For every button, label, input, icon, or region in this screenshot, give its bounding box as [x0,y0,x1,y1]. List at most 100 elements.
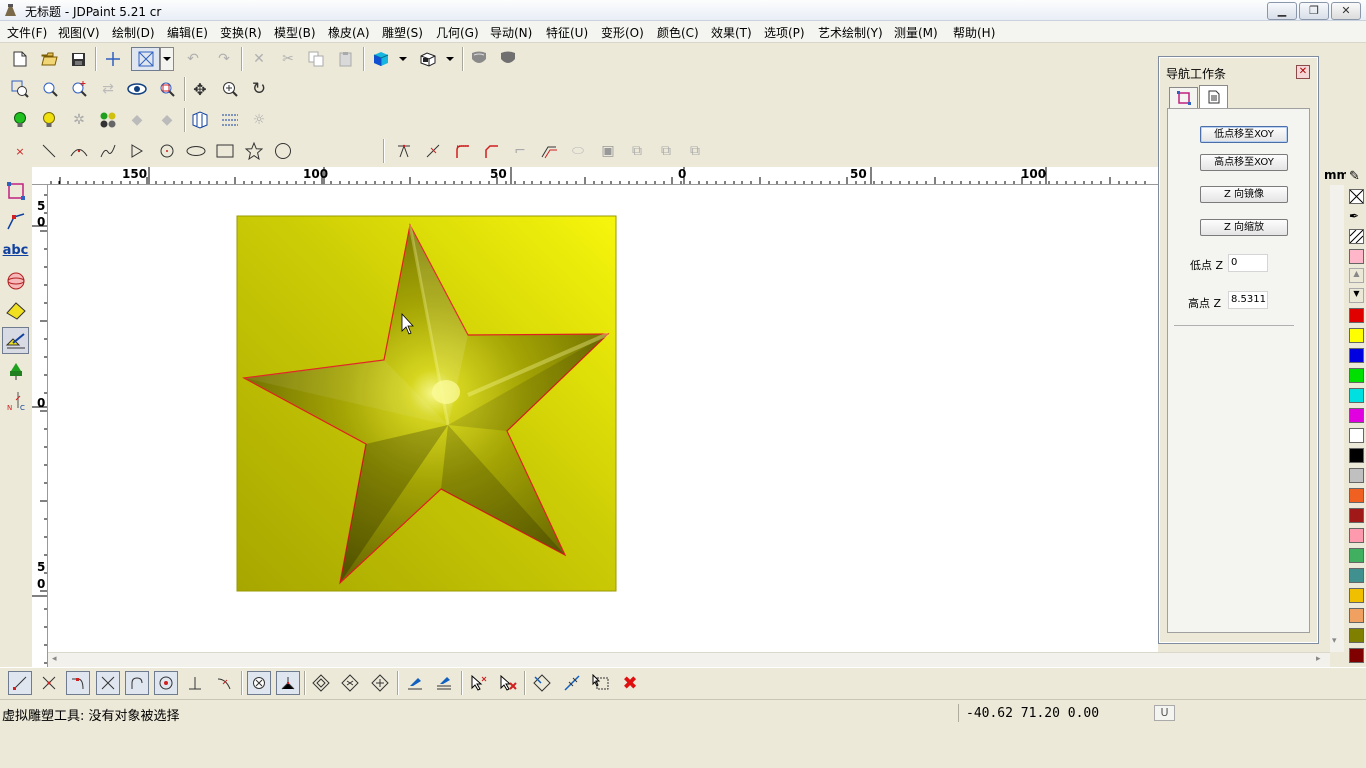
panel-close-button[interactable]: ✕ [1296,65,1310,79]
virtual-sculpt-icon[interactable] [2,327,29,354]
redo-icon[interactable]: ↷ [212,47,236,71]
trim-icon[interactable] [392,139,416,163]
color-swatch[interactable] [1349,348,1364,363]
offset-curve-icon[interactable] [537,139,561,163]
snap-angle-icon[interactable] [276,671,300,695]
rotate-view-icon[interactable]: ↻ [247,77,271,101]
color-swatch[interactable] [1349,528,1364,543]
transform-icon[interactable] [530,671,554,695]
high-z-input[interactable]: 8.5311 [1228,291,1268,309]
menu-effect[interactable]: 效果(T) [711,24,752,41]
z-scale-button[interactable]: Z 向缩放 [1200,219,1288,236]
pick-cancel-icon[interactable] [496,671,520,695]
color-swatch[interactable] [1349,448,1364,463]
select-box-icon[interactable] [131,47,160,71]
snap-midpoint-icon[interactable] [37,671,61,695]
color-swatch[interactable] [1349,408,1364,423]
zoom-window-icon[interactable] [38,77,62,101]
relief-shield-icon[interactable] [467,47,491,71]
shaded-view-icon[interactable] [369,47,393,71]
color-swatch[interactable] [1349,388,1364,403]
align-stack-icon[interactable] [432,671,456,695]
color-swatch[interactable] [1349,588,1364,603]
menu-model[interactable]: 模型(B) [274,24,316,41]
select-filter-icon[interactable] [589,671,613,695]
open-folder-icon[interactable] [37,47,61,71]
save-icon[interactable] [66,47,90,71]
menu-feature[interactable]: 特征(U) [546,24,588,41]
star-icon[interactable] [242,139,266,163]
tab-properties[interactable] [1199,85,1228,108]
light-settings-icon[interactable]: ✲ [67,108,91,132]
pan-icon[interactable]: ✥ [188,77,212,101]
fillet-icon[interactable] [450,139,474,163]
sphere-tool-icon[interactable] [2,267,29,294]
machining-icon[interactable] [2,357,29,384]
chevron-down-icon[interactable] [160,47,174,71]
palette-scroll-up-icon[interactable]: ▲ [1349,268,1364,283]
render-settings-icon[interactable]: ☼ [247,108,271,132]
minimize-button[interactable]: ▁ [1267,2,1297,20]
chevron-down-icon[interactable] [443,47,457,71]
menu-help[interactable]: 帮助(H) [953,24,995,41]
zoom-icon[interactable] [218,77,242,101]
color-swatch[interactable] [1349,488,1364,503]
ellipse-icon[interactable] [184,139,208,163]
wireframe-view-icon[interactable] [416,47,440,71]
relief-solid-icon[interactable] [496,47,520,71]
snap-diamond-icon-2[interactable] [338,671,362,695]
menu-transform[interactable]: 变换(R) [220,24,262,41]
edit-curve-icon[interactable] [2,207,29,234]
menu-draw[interactable]: 绘制(D) [112,24,155,41]
zoom-all-icon[interactable] [8,77,32,101]
yellow-light-icon[interactable] [37,108,61,132]
zoom-previous-icon[interactable]: ⇄ [96,77,120,101]
color-swatch[interactable] [1349,368,1364,383]
array-icon-2[interactable]: ⧉ [654,139,678,163]
color-swatch[interactable] [1349,628,1364,643]
snap-intersection-icon[interactable] [96,671,120,695]
select-node-icon[interactable] [2,177,29,204]
circle-center-icon[interactable] [155,139,179,163]
menu-edit[interactable]: 编辑(E) [167,24,208,41]
snap-endpoint-icon[interactable] [8,671,32,695]
menu-color[interactable]: 颜色(C) [657,24,699,41]
scroll-down-icon[interactable]: ▾ [1332,636,1337,646]
undo-icon[interactable]: ↶ [181,47,205,71]
chamfer-icon[interactable] [479,139,503,163]
multi-light-icon[interactable] [96,108,120,132]
tab-nodes[interactable] [1169,87,1198,108]
snap-diamond-icon-3[interactable] [368,671,392,695]
spline-icon[interactable] [96,139,120,163]
menu-measure[interactable]: 测量(M) [894,24,938,41]
menu-geometry[interactable]: 几何(G) [436,24,479,41]
snap-arc-icon[interactable] [125,671,149,695]
view-eye-icon[interactable] [125,77,149,101]
delete-icon[interactable]: ✕ [247,47,271,71]
copy-icon[interactable] [304,47,328,71]
cancel-red-x-icon[interactable]: ✖ [618,671,642,695]
color-swatch[interactable] [1349,468,1364,483]
menu-sculpt[interactable]: 雕塑(S) [382,24,423,41]
array-icon-3[interactable]: ⧉ [683,139,707,163]
chevron-down-icon[interactable] [396,47,410,71]
crosshair-icon[interactable] [101,47,125,71]
paste-icon[interactable] [334,47,358,71]
circle-icon[interactable] [271,139,295,163]
eyedropper-icon[interactable]: ✒ [1349,209,1359,223]
text-tool-icon[interactable]: abc [2,237,29,264]
rectangle-icon[interactable] [213,139,237,163]
close-button[interactable]: ✕ [1331,2,1361,20]
snap-diamond-icon-1[interactable] [309,671,333,695]
menu-art-draw[interactable]: 艺术绘制(Y) [818,24,883,41]
snap-grid-icon[interactable] [247,671,271,695]
light-right-icon[interactable]: ◆ [155,108,179,132]
menu-guide[interactable]: 导动(N) [490,24,532,41]
z-mirror-button[interactable]: Z 向镜像 [1200,186,1288,203]
new-file-icon[interactable] [8,47,32,71]
pattern-swatch[interactable] [1349,229,1364,244]
pen-icon[interactable]: ✎ [1349,169,1360,184]
cut-icon[interactable]: ✂ [276,47,300,71]
extend-icon[interactable] [421,139,445,163]
array-icon-1[interactable]: ⧉ [625,139,649,163]
